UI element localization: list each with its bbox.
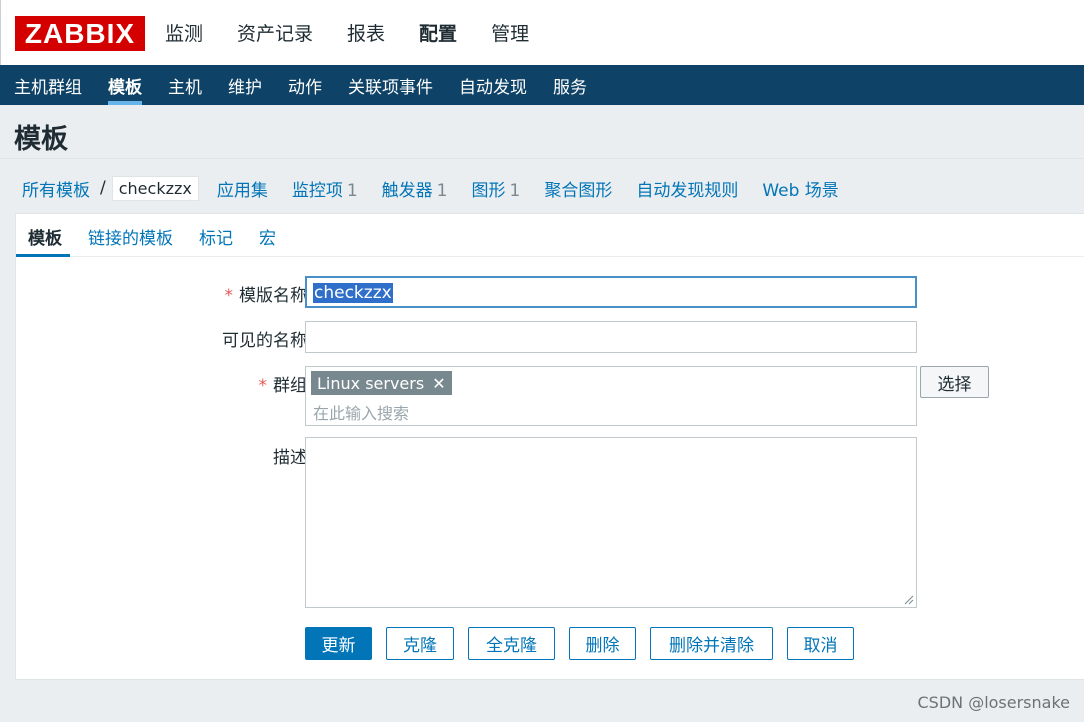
- template-name-input[interactable]: checkzzx: [305, 276, 917, 308]
- zabbix-logo[interactable]: ZABBIX: [15, 16, 145, 51]
- main-menu: 监测 资产记录 报表 配置 管理: [161, 0, 559, 65]
- full-clone-button[interactable]: 全克隆: [468, 627, 555, 660]
- nav-triggers-label: 触发器: [381, 180, 433, 201]
- description-textarea[interactable]: [305, 437, 917, 608]
- nav-triggers[interactable]: 触发器 1: [382, 176, 448, 201]
- submenu-correlation[interactable]: 关联项事件: [348, 65, 433, 105]
- menu-inventory[interactable]: 资产记录: [233, 19, 317, 46]
- groups-label: * 群组: [259, 371, 308, 396]
- delete-button[interactable]: 删除: [569, 627, 636, 660]
- description-label: 描述: [273, 448, 307, 468]
- top-header: ZABBIX 监测 资产记录 报表 配置 管理: [0, 0, 1084, 65]
- nav-applications[interactable]: 应用集: [217, 176, 268, 201]
- chip-remove-icon[interactable]: ✕: [432, 374, 445, 393]
- visible-name-input[interactable]: [305, 321, 917, 353]
- template-nav: 所有模板 / checkzzx 应用集 监控项 1 触发器 1 图形 1 聚合图形 自…: [22, 172, 863, 204]
- submenu-maintenance[interactable]: 维护: [228, 65, 262, 105]
- nav-web-scenarios[interactable]: Web 场景: [762, 176, 838, 201]
- cancel-button[interactable]: 取消: [787, 627, 854, 660]
- nav-triggers-count: 1: [436, 180, 448, 201]
- nav-items-label: 监控项: [291, 180, 343, 201]
- select-groups-button[interactable]: 选择: [920, 366, 989, 398]
- tab-template[interactable]: 模板: [16, 214, 70, 257]
- delete-and-clear-button[interactable]: 删除并清除: [650, 627, 773, 660]
- menu-reports[interactable]: 报表: [343, 19, 389, 46]
- submenu-actions[interactable]: 动作: [288, 65, 322, 105]
- breadcrumb-separator: /: [100, 178, 106, 198]
- title-divider: [0, 158, 1084, 159]
- nav-items-count: 1: [346, 180, 358, 201]
- clone-button[interactable]: 克隆: [386, 627, 454, 660]
- visible-name-label: 可见的名称: [222, 331, 307, 351]
- nav-graphs-count: 1: [509, 180, 521, 201]
- groups-multiselect[interactable]: Linux servers ✕ 在此输入搜索: [305, 366, 917, 426]
- tab-linked-templates[interactable]: 链接的模板: [76, 214, 181, 256]
- sub-menu: 主机群组 模板 主机 维护 动作 关联项事件 自动发现 服务: [0, 65, 1084, 105]
- template-name-value: checkzzx: [313, 283, 393, 303]
- menu-monitoring[interactable]: 监测: [161, 19, 207, 46]
- csdn-watermark: CSDN @losersnake: [917, 693, 1070, 712]
- group-chip: Linux servers ✕: [311, 371, 452, 395]
- nav-discovery-rules[interactable]: 自动发现规则: [636, 176, 738, 201]
- groups-label-text: 群组: [273, 376, 307, 396]
- update-button[interactable]: 更新: [305, 627, 372, 660]
- submenu-discovery[interactable]: 自动发现: [459, 65, 527, 105]
- tab-macros[interactable]: 宏: [247, 214, 284, 256]
- resize-handle-icon[interactable]: [902, 593, 914, 605]
- form-tabs: 模板 链接的模板 标记 宏: [16, 214, 1084, 257]
- nav-graphs[interactable]: 图形 1: [472, 176, 521, 201]
- submenu-hosts[interactable]: 主机: [168, 65, 202, 105]
- submenu-services[interactable]: 服务: [553, 65, 587, 105]
- breadcrumb-current: checkzzx: [111, 175, 199, 201]
- page-title: 模板: [14, 124, 68, 155]
- nav-graphs-label: 图形: [471, 180, 506, 201]
- required-mark: *: [258, 376, 268, 396]
- submenu-templates[interactable]: 模板: [108, 65, 142, 105]
- group-chip-label: Linux servers: [317, 373, 425, 393]
- groups-search-placeholder[interactable]: 在此输入搜索: [313, 400, 409, 424]
- menu-administration[interactable]: 管理: [487, 19, 533, 46]
- template-name-label-text: 模版名称: [239, 286, 307, 306]
- tab-tags[interactable]: 标记: [187, 214, 241, 256]
- template-form-panel: 模板 链接的模板 标记 宏 * 模版名称 checkzzx 可见的名称 * 群组 L…: [15, 213, 1084, 680]
- nav-screens[interactable]: 聚合图形: [544, 176, 612, 201]
- menu-configuration[interactable]: 配置: [415, 19, 461, 46]
- template-name-label: * 模版名称: [225, 281, 308, 306]
- breadcrumb-all-templates[interactable]: 所有模板: [22, 176, 90, 201]
- required-mark: *: [224, 286, 234, 306]
- nav-items[interactable]: 监控项 1: [292, 176, 358, 201]
- submenu-host-groups[interactable]: 主机群组: [14, 65, 82, 105]
